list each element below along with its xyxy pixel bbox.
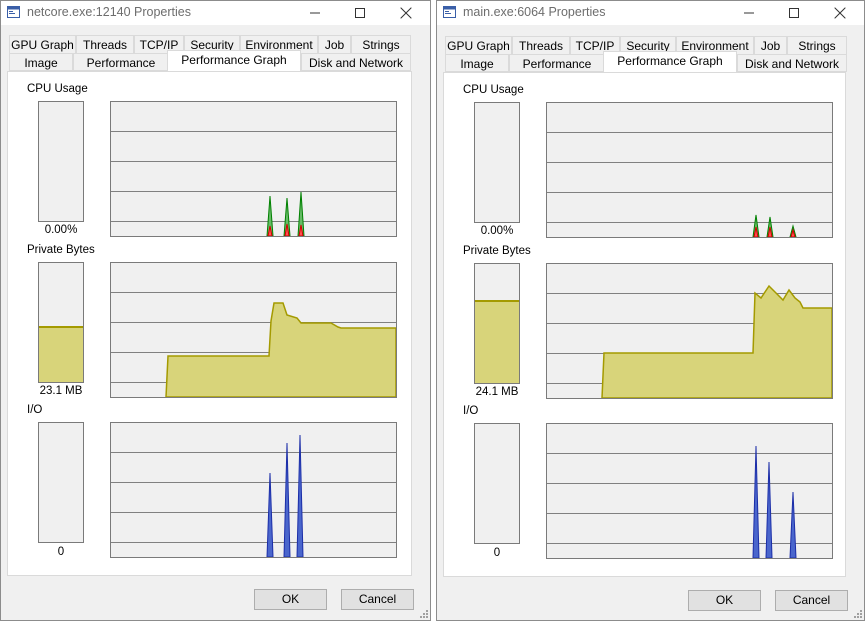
close-button[interactable] bbox=[818, 1, 862, 25]
private-bytes-graph bbox=[546, 263, 833, 399]
cpu-usage-label: CPU Usage bbox=[463, 84, 524, 96]
properties-window-main: main.exe:6064 Properties GPU Graph Threa… bbox=[436, 0, 865, 621]
io-graph bbox=[110, 422, 397, 558]
private-bytes-meter bbox=[38, 262, 84, 383]
tab-performance-graph[interactable]: Performance Graph bbox=[603, 51, 737, 72]
io-meter bbox=[474, 423, 520, 544]
minimize-button[interactable] bbox=[727, 1, 771, 25]
io-value: 0 bbox=[57, 546, 65, 558]
maximize-icon bbox=[355, 8, 365, 18]
maximize-button[interactable] bbox=[772, 1, 816, 25]
tab-strings[interactable]: Strings bbox=[787, 36, 847, 54]
private-bytes-meter-fill bbox=[475, 300, 519, 383]
tab-performance[interactable]: Performance bbox=[509, 54, 605, 72]
io-graph bbox=[546, 423, 833, 559]
tab-strings[interactable]: Strings bbox=[351, 35, 411, 53]
tab-job[interactable]: Job bbox=[754, 36, 787, 54]
cpu-usage-meter bbox=[474, 102, 520, 223]
io-label: I/O bbox=[463, 405, 479, 417]
tab-gpu-graph[interactable]: GPU Graph bbox=[445, 36, 512, 54]
private-bytes-value: 24.1 MB bbox=[475, 386, 519, 398]
app-window-icon bbox=[7, 6, 20, 18]
window-title: main.exe:6064 Properties bbox=[463, 5, 606, 19]
cancel-button[interactable]: Cancel bbox=[775, 590, 848, 611]
tab-performance[interactable]: Performance bbox=[73, 53, 169, 71]
minimize-icon bbox=[310, 12, 320, 14]
maximize-icon bbox=[789, 8, 799, 18]
close-button[interactable] bbox=[384, 1, 428, 25]
cpu-usage-meter bbox=[38, 101, 84, 222]
performance-graph-panel: CPU Usage 0.00% Private Bytes 24.1 MB I/… bbox=[443, 72, 846, 577]
private-bytes-value: 23.1 MB bbox=[39, 385, 83, 397]
ok-button[interactable]: OK bbox=[688, 590, 761, 611]
tab-threads[interactable]: Threads bbox=[512, 36, 570, 54]
tab-image[interactable]: Image bbox=[9, 53, 73, 71]
properties-window-netcore: netcore.exe:12140 Properties GPU Graph T… bbox=[0, 0, 431, 621]
app-window-icon bbox=[443, 6, 456, 18]
io-value: 0 bbox=[493, 547, 501, 559]
tab-threads[interactable]: Threads bbox=[76, 35, 134, 53]
cpu-usage-value: 0.00% bbox=[44, 224, 78, 236]
cpu-usage-label: CPU Usage bbox=[27, 83, 88, 95]
title-bar[interactable]: main.exe:6064 Properties bbox=[437, 1, 864, 25]
minimize-icon bbox=[744, 12, 754, 14]
tab-job[interactable]: Job bbox=[318, 35, 351, 53]
title-bar[interactable]: netcore.exe:12140 Properties bbox=[1, 1, 430, 25]
cancel-button[interactable]: Cancel bbox=[341, 589, 414, 610]
close-icon bbox=[400, 7, 412, 19]
tab-image[interactable]: Image bbox=[445, 54, 509, 72]
private-bytes-graph bbox=[110, 262, 397, 398]
tab-performance-graph[interactable]: Performance Graph bbox=[167, 50, 301, 71]
private-bytes-meter-fill bbox=[39, 326, 83, 382]
cpu-usage-value: 0.00% bbox=[480, 225, 514, 237]
private-bytes-label: Private Bytes bbox=[463, 245, 531, 257]
private-bytes-label: Private Bytes bbox=[27, 244, 95, 256]
maximize-button[interactable] bbox=[338, 1, 382, 25]
window-title: netcore.exe:12140 Properties bbox=[27, 5, 191, 19]
performance-graph-panel: CPU Usage 0.00% Private Bytes 23.1 MB I/… bbox=[7, 71, 412, 576]
ok-button[interactable]: OK bbox=[254, 589, 327, 610]
tab-gpu-graph[interactable]: GPU Graph bbox=[9, 35, 76, 53]
cpu-usage-graph bbox=[110, 101, 397, 237]
cpu-usage-graph bbox=[546, 102, 833, 238]
io-label: I/O bbox=[27, 404, 43, 416]
tab-disk-and-network[interactable]: Disk and Network bbox=[301, 53, 411, 71]
tab-disk-and-network[interactable]: Disk and Network bbox=[737, 54, 847, 72]
io-meter bbox=[38, 422, 84, 543]
resize-grip-icon[interactable] bbox=[852, 608, 862, 618]
private-bytes-meter bbox=[474, 263, 520, 384]
minimize-button[interactable] bbox=[293, 1, 337, 25]
resize-grip-icon[interactable] bbox=[418, 608, 428, 618]
close-icon bbox=[834, 7, 846, 19]
